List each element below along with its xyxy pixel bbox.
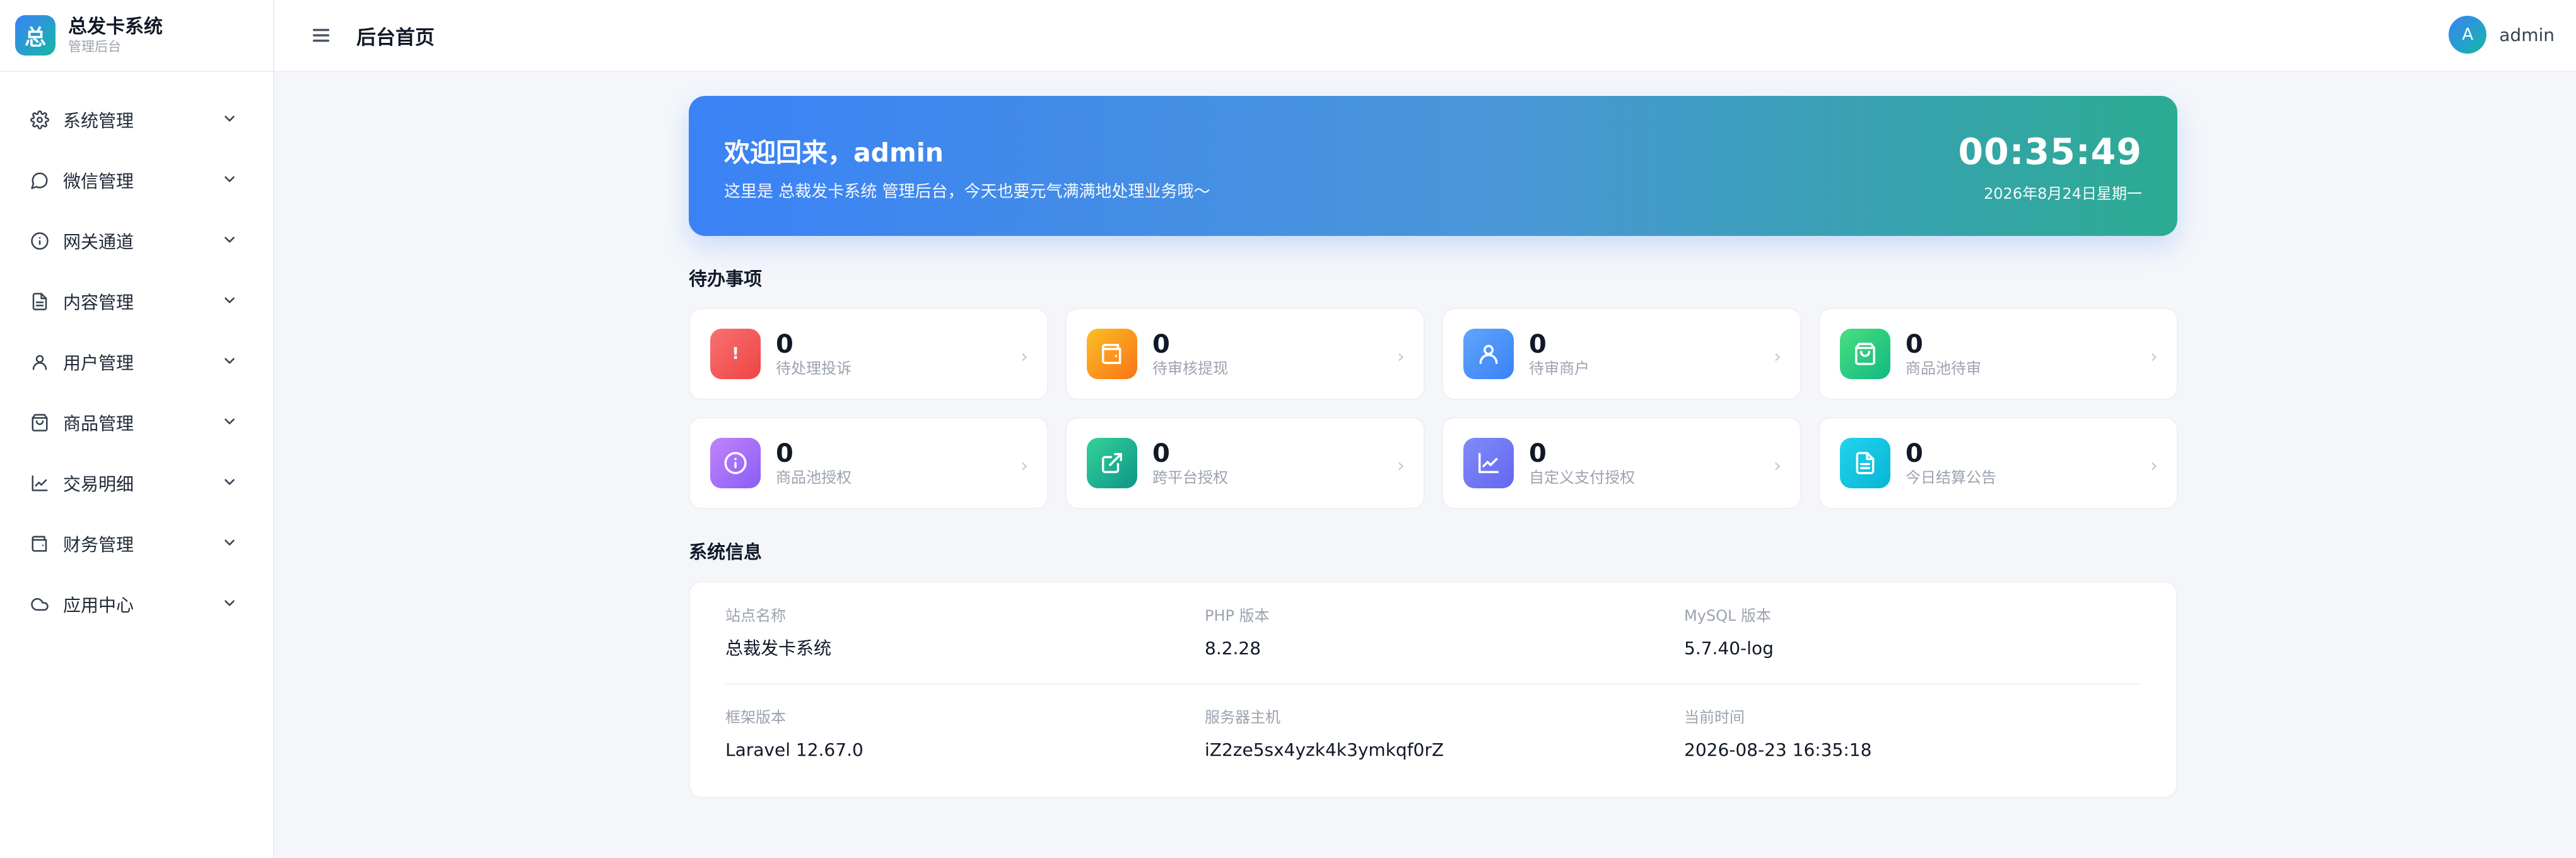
info-icon (29, 230, 50, 252)
chevron-down-icon (221, 110, 238, 129)
todo-card-merchants[interactable]: 0 待审商户 › (1442, 308, 1801, 400)
chevron-right-icon: › (2150, 346, 2158, 368)
avatar: A (2449, 16, 2487, 54)
info-php-version: PHP 版本 8.2.28 (1205, 607, 1270, 659)
chevron-right-icon: › (1774, 455, 1781, 477)
sidebar-item-users[interactable]: 用户管理 (0, 332, 273, 392)
brand[interactable]: 总 总发卡系统 管理后台 (0, 0, 273, 72)
todo-card-withdrawals[interactable]: 0 待审核提现 › (1065, 308, 1425, 400)
todo-grid: ! 0 待处理投诉 › 0 待审核提现 › 0 待审商户 › 0 商品池待审 ›… (689, 308, 2178, 509)
sysinfo-card: 站点名称 总裁发卡系统 PHP 版本 8.2.28 MySQL 版本 5.7.4… (689, 581, 2177, 798)
main-content: 欢迎回来，admin 这里是 总裁发卡系统 管理后台，今天也要元气满满地处理业务… (689, 96, 2178, 798)
sidebar-nav: 系统管理 微信管理 网关通道 内容管理 用户管理 商品管理 交易明细 财务管理 … (0, 72, 273, 635)
clock-time: 00:35:49 (1958, 131, 2142, 173)
chevron-down-icon (221, 232, 238, 250)
sysinfo-section-title: 系统信息 (689, 541, 763, 563)
brand-logo: 总 (15, 15, 56, 56)
menu-toggle-button[interactable] (308, 23, 334, 48)
info-server-host: 服务器主机 iZ2ze5sx4yzk4k3ymkqf0rZ (1205, 708, 1444, 760)
info-mysql-version: MySQL 版本 5.7.40-log (1684, 607, 1774, 659)
wallet-icon (1087, 329, 1137, 379)
chevron-down-icon (221, 534, 238, 553)
sysinfo-row: 站点名称 总裁发卡系统 PHP 版本 8.2.28 MySQL 版本 5.7.4… (725, 582, 2141, 683)
sidebar-item-products[interactable]: 商品管理 (0, 392, 273, 453)
line-chart-icon (29, 473, 50, 494)
cloud-icon (29, 594, 50, 615)
todo-card-custom-pay[interactable]: 0 自定义支付授权 › (1442, 417, 1801, 509)
wallet-icon (29, 533, 50, 555)
chevron-right-icon: › (2150, 455, 2158, 477)
todo-card-pool-auth[interactable]: 0 商品池授权 › (689, 417, 1048, 509)
chevron-right-icon: › (1397, 346, 1405, 368)
chevron-down-icon (221, 474, 238, 493)
welcome-banner: 欢迎回来，admin 这里是 总裁发卡系统 管理后台，今天也要元气满满地处理业务… (689, 96, 2177, 236)
info-current-time: 当前时间 2026-08-23 16:35:18 (1684, 708, 1872, 760)
todo-card-complaints[interactable]: ! 0 待处理投诉 › (689, 308, 1048, 400)
sidebar-item-transactions[interactable]: 交易明细 (0, 453, 273, 514)
sidebar-item-apps[interactable]: 应用中心 (0, 574, 273, 635)
chevron-down-icon (221, 171, 238, 190)
page-title: 后台首页 (356, 26, 435, 49)
info-icon (710, 438, 761, 488)
user-name: admin (2499, 24, 2555, 45)
shopping-bag-icon (1840, 329, 1890, 379)
user-menu[interactable]: A admin (2449, 16, 2555, 54)
chevron-down-icon (221, 595, 238, 614)
welcome-title: 欢迎回来，admin (724, 138, 944, 168)
sidebar-item-finance[interactable]: 财务管理 (0, 514, 273, 574)
sidebar-item-wechat[interactable]: 微信管理 (0, 150, 273, 211)
chevron-right-icon: › (1021, 346, 1028, 368)
chevron-down-icon (221, 413, 238, 432)
brand-title: 总发卡系统 (68, 16, 163, 38)
chevron-down-icon (221, 292, 238, 311)
todo-section-title: 待办事项 (689, 268, 763, 290)
chevron-right-icon: › (1397, 455, 1405, 477)
external-link-icon (1087, 438, 1137, 488)
document-icon (29, 291, 50, 312)
todo-card-pool-review[interactable]: 0 商品池待审 › (1818, 308, 2178, 400)
welcome-subtitle: 这里是 总裁发卡系统 管理后台，今天也要元气满满地处理业务哦～ (724, 182, 1210, 201)
line-chart-icon (1463, 438, 1514, 488)
brand-subtitle: 管理后台 (68, 39, 121, 54)
topbar: 后台首页 A admin (274, 0, 2576, 72)
sidebar: 总 总发卡系统 管理后台 系统管理 微信管理 网关通道 内容管理 用户管理 商品… (0, 0, 274, 858)
gear-icon (29, 109, 50, 131)
user-icon (1463, 329, 1514, 379)
clock-date: 2026年8月24日星期一 (1984, 185, 2142, 203)
chevron-right-icon: › (1021, 455, 1028, 477)
user-icon (29, 351, 50, 373)
todo-card-settlement[interactable]: 0 今日结算公告 › (1818, 417, 2178, 509)
sidebar-item-gateway[interactable]: 网关通道 (0, 211, 273, 271)
todo-card-cross-platform[interactable]: 0 跨平台授权 › (1065, 417, 1425, 509)
sidebar-item-system[interactable]: 系统管理 (0, 90, 273, 150)
document-icon (1840, 438, 1890, 488)
shopping-bag-icon (29, 412, 50, 433)
info-site-name: 站点名称 总裁发卡系统 (725, 607, 832, 659)
info-framework-version: 框架版本 Laravel 12.67.0 (725, 708, 864, 760)
sysinfo-row: 框架版本 Laravel 12.67.0 服务器主机 iZ2ze5sx4yzk4… (725, 683, 2141, 784)
alert-icon: ! (710, 329, 761, 379)
chevron-down-icon (221, 353, 238, 372)
chat-icon (29, 170, 50, 191)
hamburger-icon (312, 28, 330, 42)
chevron-right-icon: › (1774, 346, 1781, 368)
sidebar-item-content[interactable]: 内容管理 (0, 271, 273, 332)
